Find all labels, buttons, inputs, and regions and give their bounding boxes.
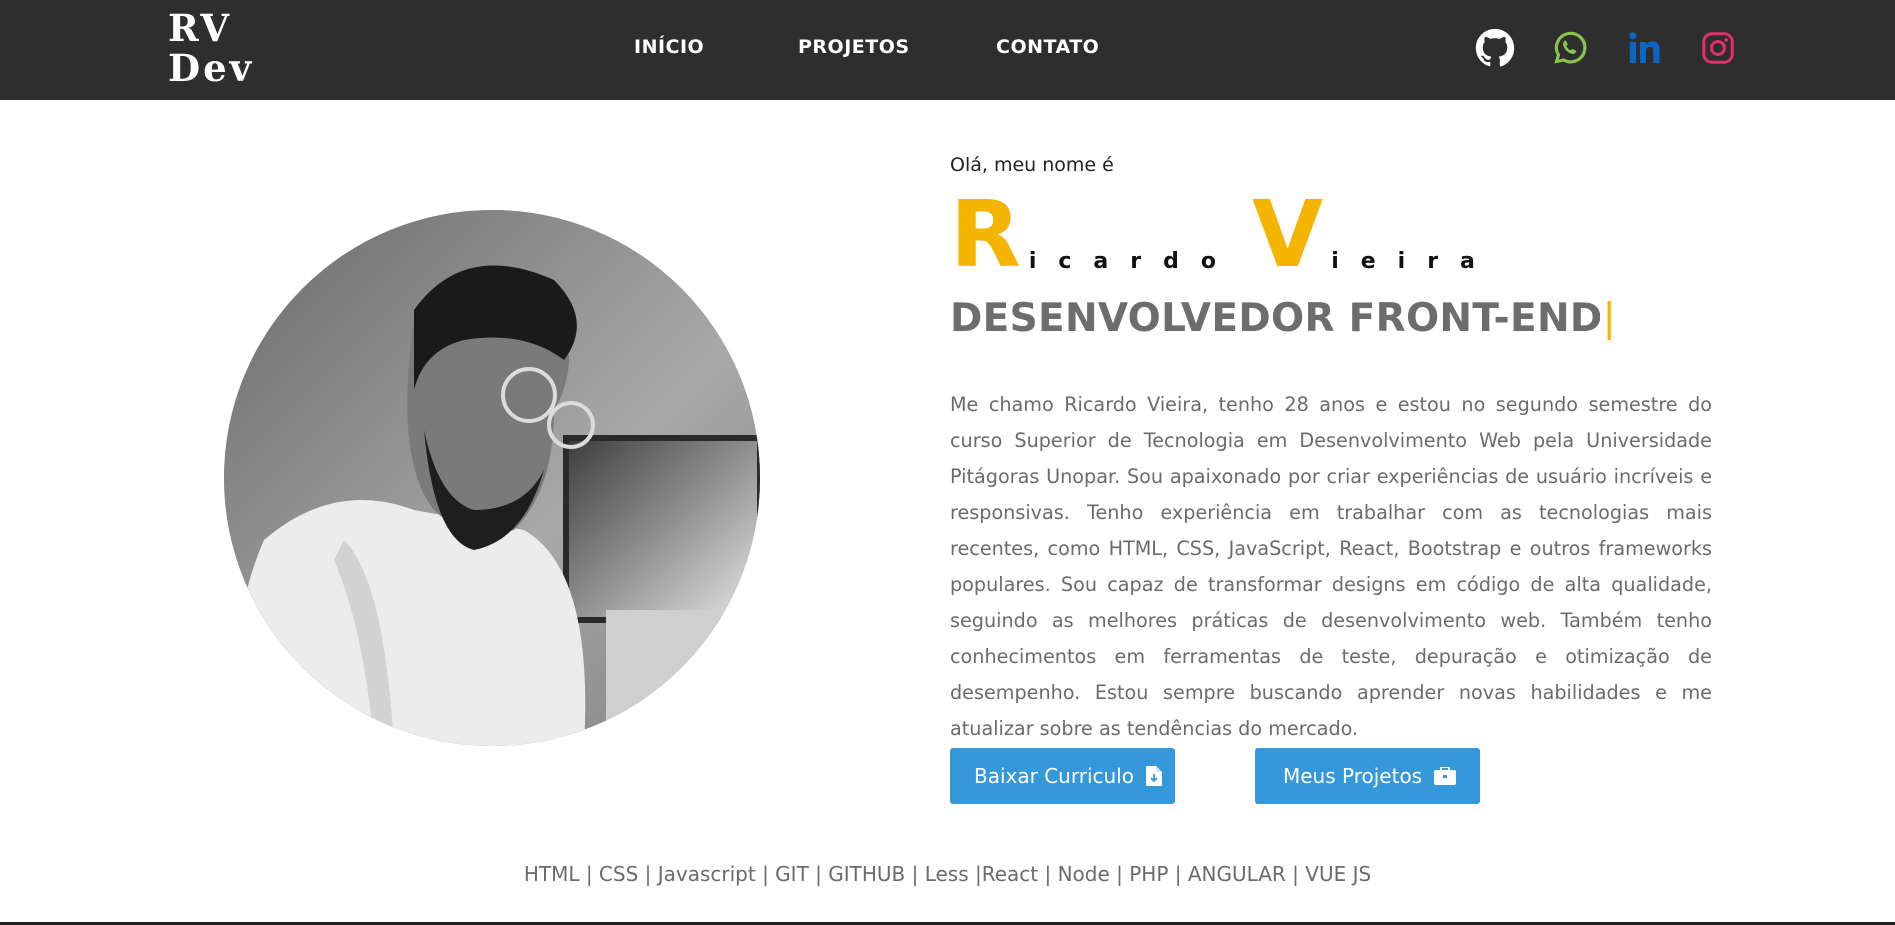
name-first-rest: icardo [1028, 249, 1238, 274]
nav-link-home[interactable]: INÍCIO [634, 36, 704, 58]
profile-photo-image [224, 210, 760, 746]
download-cv-label: Baixar Curriculo [974, 764, 1134, 788]
about-paragraph: Me chamo Ricardo Vieira, tenho 28 anos e… [950, 393, 1712, 740]
name-first-initial: R [950, 181, 1021, 288]
profile-photo [224, 210, 760, 746]
my-projects-label: Meus Projetos [1283, 764, 1423, 788]
logo-line-2: Dev [168, 46, 255, 90]
file-download-icon [1145, 766, 1162, 786]
instagram-icon[interactable] [1696, 26, 1740, 70]
skills-list: HTML | CSS | Javascript | GIT | GITHUB |… [523, 862, 1372, 886]
typing-caret: | [1602, 296, 1617, 341]
name-last-rest: ieira [1331, 249, 1497, 274]
whatsapp-icon[interactable] [1548, 26, 1592, 70]
my-projects-button[interactable]: Meus Projetos [1255, 748, 1480, 804]
name-last-initial: V [1251, 181, 1324, 288]
hero-name: R icardo V ieira [950, 181, 1497, 288]
logo-line-1: RV [168, 6, 233, 50]
role-title: DESENVOLVEDOR FRONT-END| [950, 296, 1616, 341]
briefcase-icon [1434, 767, 1457, 785]
top-navbar: RV Dev INÍCIO PROJETOS CONTATO [0, 0, 1895, 100]
github-icon[interactable] [1473, 26, 1517, 70]
nav-link-contact[interactable]: CONTATO [996, 36, 1099, 58]
nav-link-projects[interactable]: PROJETOS [798, 36, 910, 58]
logo[interactable]: RV Dev [168, 8, 254, 88]
greeting-text: Olá, meu nome é [950, 154, 1114, 176]
download-cv-button[interactable]: Baixar Curriculo [950, 748, 1175, 804]
linkedin-icon[interactable] [1622, 26, 1666, 70]
role-text: DESENVOLVEDOR FRONT-END [950, 296, 1603, 341]
